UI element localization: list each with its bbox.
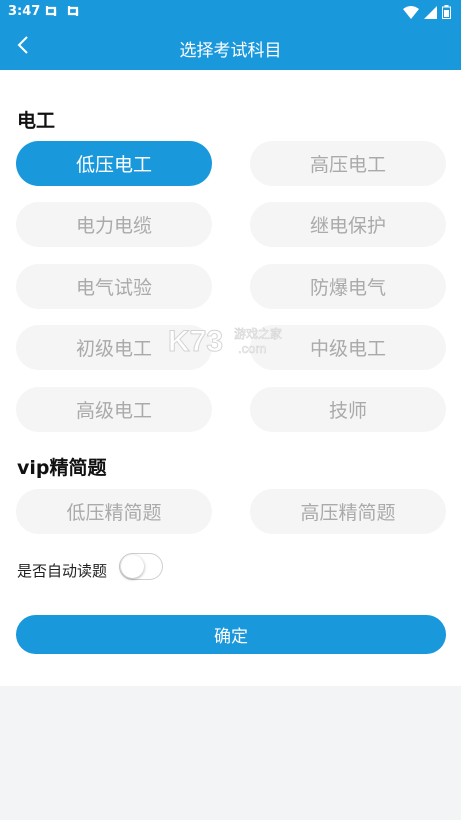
subject-chip-senior-electrician[interactable]: 高级电工 bbox=[16, 387, 212, 432]
auto-read-toggle[interactable] bbox=[119, 553, 163, 580]
subject-chip-junior-electrician[interactable]: 初级电工 bbox=[16, 325, 212, 370]
battery-icon bbox=[442, 5, 451, 23]
toggle-knob bbox=[121, 555, 144, 578]
status-bar: 3:47 bbox=[0, 0, 461, 26]
subject-chip-electrical-test[interactable]: 电气试验 bbox=[16, 264, 212, 309]
subject-chip-power-cable[interactable]: 电力电缆 bbox=[16, 202, 212, 247]
subject-chip-explosion-proof[interactable]: 防爆电气 bbox=[250, 264, 446, 309]
subject-selection-panel: 电工 低压电工 高压电工 电力电缆 继电保护 电气试验 防爆电气 初级电工 中级… bbox=[0, 70, 461, 686]
subject-chip-technician[interactable]: 技师 bbox=[250, 387, 446, 432]
sync-icon bbox=[66, 4, 80, 22]
section-title-vip: vip精简题 bbox=[17, 457, 107, 479]
status-icons bbox=[403, 5, 451, 23]
subject-chip-low-voltage-vip[interactable]: 低压精简题 bbox=[16, 489, 212, 534]
sync-icon bbox=[44, 4, 58, 22]
top-bar: 3:47 选择考试科目 bbox=[0, 0, 461, 70]
status-time: 3:47 bbox=[8, 4, 41, 19]
auto-read-label: 是否自动读题 bbox=[17, 562, 108, 580]
section-title-electrician: 电工 bbox=[17, 110, 56, 132]
confirm-button[interactable]: 确定 bbox=[16, 615, 446, 654]
subject-chip-high-voltage-vip[interactable]: 高压精简题 bbox=[250, 489, 446, 534]
wifi-icon bbox=[403, 5, 419, 23]
subject-chip-intermediate-electrician[interactable]: 中级电工 bbox=[250, 325, 446, 370]
subject-chip-relay-protection[interactable]: 继电保护 bbox=[250, 202, 446, 247]
signal-icon bbox=[424, 5, 437, 23]
page-title: 选择考试科目 bbox=[179, 41, 282, 61]
subject-chip-high-voltage[interactable]: 高压电工 bbox=[250, 141, 446, 186]
subject-chip-low-voltage[interactable]: 低压电工 bbox=[16, 141, 212, 186]
app-header: 选择考试科目 bbox=[0, 26, 461, 70]
